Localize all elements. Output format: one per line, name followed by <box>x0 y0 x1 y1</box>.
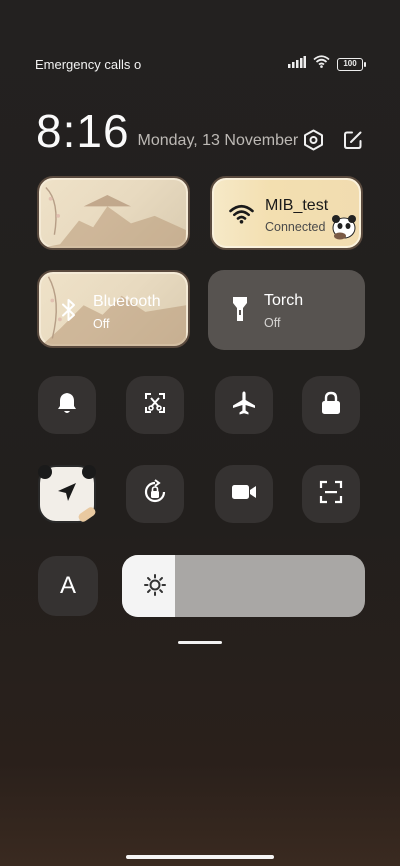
brightness-slider[interactable] <box>122 555 365 617</box>
airplane-toggle[interactable] <box>215 376 273 434</box>
status-icons: 100 <box>288 55 366 73</box>
reading-mode-label: A <box>59 572 76 599</box>
home-indicator[interactable] <box>126 855 274 859</box>
lock-icon <box>321 391 341 420</box>
screen-recorder-toggle[interactable] <box>215 465 273 523</box>
edit-icon[interactable] <box>342 129 364 151</box>
torch-icon <box>232 295 248 328</box>
panda-sticker-icon <box>329 211 359 246</box>
lock-toggle[interactable] <box>302 376 360 434</box>
status-bar: Emergency calls o 100 <box>35 55 366 73</box>
wifi-icon <box>229 204 254 229</box>
tile-subtitle: Off <box>93 317 110 331</box>
rotation-lock-toggle[interactable] <box>126 465 184 523</box>
bell-icon <box>56 391 78 420</box>
screenshot-icon <box>143 391 167 420</box>
battery-icon: 100 <box>337 57 366 71</box>
location-toggle[interactable] <box>38 465 97 524</box>
tile-subtitle: Off <box>264 316 281 330</box>
clock-date: Monday, 13 November <box>137 132 299 149</box>
tile-subtitle: Connected <box>265 220 326 234</box>
scan-icon <box>319 480 343 509</box>
clock-time: 8:16 <box>36 105 130 157</box>
bluetooth-icon <box>61 298 77 327</box>
scanner-toggle[interactable] <box>302 465 360 523</box>
bluetooth-tile[interactable]: Bluetooth Off <box>37 270 190 348</box>
reading-mode-button[interactable]: A <box>38 556 98 616</box>
clock-actions <box>302 129 364 151</box>
panda-ear-left-icon <box>38 465 52 479</box>
settings-hexagon-icon[interactable] <box>302 129 324 151</box>
torch-tile[interactable]: Torch Off <box>208 270 365 350</box>
location-icon <box>55 480 79 509</box>
rotation-lock-icon <box>142 478 168 510</box>
wifi-tile[interactable]: MIB_test Connected <box>210 176 363 250</box>
tile-title: Torch <box>264 292 304 309</box>
carrier-text: Emergency calls o <box>35 56 142 72</box>
airplane-icon <box>231 390 257 421</box>
wifi-icon <box>313 55 330 73</box>
panda-ear-right-icon <box>82 465 96 479</box>
tile-title: MIB_test <box>265 197 329 214</box>
tile-art-scene <box>41 186 186 248</box>
tile-title: Bluetooth <box>93 293 161 310</box>
screenshot-toggle[interactable] <box>126 376 184 434</box>
silent-toggle[interactable] <box>38 376 96 434</box>
bandage-icon <box>77 505 97 524</box>
signal-bars-icon <box>288 55 306 73</box>
mobile-data-tile[interactable] <box>37 176 190 250</box>
video-record-icon <box>231 483 257 506</box>
sun-icon <box>144 574 166 601</box>
page-indicator <box>178 641 222 644</box>
clock-row: 8:16 Monday, 13 November <box>36 100 364 156</box>
